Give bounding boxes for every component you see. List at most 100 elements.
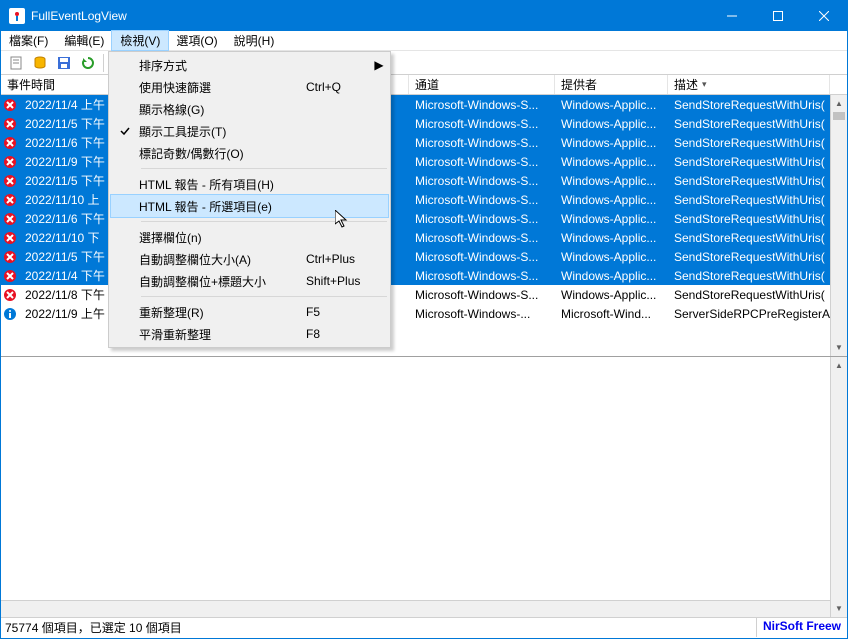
menu-item-label: 排序方式 xyxy=(139,57,306,74)
menu-item-shortcut: Shift+Plus xyxy=(306,274,370,288)
cell-time: 2022/11/5 下午 xyxy=(19,248,113,265)
menu-item[interactable]: 顯示格線(G) xyxy=(111,98,388,120)
col-desc[interactable]: 描述▾ xyxy=(668,75,830,94)
col-channel[interactable]: 通道 xyxy=(409,75,555,94)
status-text: 75774 個項目，已選定 10 個項目 xyxy=(1,618,756,637)
app-icon xyxy=(9,8,25,24)
scroll-down-icon[interactable]: ▼ xyxy=(831,339,847,356)
cell-desc: ServerSideRPCPreRegisterA xyxy=(668,307,830,321)
menu-item[interactable]: 顯示工具提示(T) xyxy=(111,120,388,142)
scroll-down-icon[interactable]: ▼ xyxy=(831,600,847,617)
scroll-up-icon[interactable]: ▲ xyxy=(831,357,847,374)
menu-item-label: 自動調整欄位大小(A) xyxy=(139,251,306,268)
close-button[interactable] xyxy=(801,1,847,31)
menu-item-label: 重新整理(R) xyxy=(139,304,306,321)
menu-item-shortcut: F5 xyxy=(306,305,370,319)
scroll-thumb[interactable] xyxy=(833,112,845,120)
error-icon xyxy=(1,193,19,207)
error-icon xyxy=(1,174,19,188)
info-icon xyxy=(1,307,19,321)
titlebar[interactable]: FullEventLogView xyxy=(1,1,847,31)
check-icon xyxy=(111,125,139,137)
cell-provider: Windows-Applic... xyxy=(555,117,668,131)
error-icon xyxy=(1,269,19,283)
menu-item-shortcut: F8 xyxy=(306,327,370,341)
cell-channel: Microsoft-Windows-S... xyxy=(409,269,555,283)
cell-provider: Windows-Applic... xyxy=(555,250,668,264)
cell-desc: SendStoreRequestWithUris( xyxy=(668,193,830,207)
cell-desc: SendStoreRequestWithUris( xyxy=(668,212,830,226)
cell-time: 2022/11/5 下午 xyxy=(19,115,113,132)
minimize-button[interactable] xyxy=(709,1,755,31)
menu-item[interactable]: 排序方式▶ xyxy=(111,54,388,76)
cell-channel: Microsoft-Windows-S... xyxy=(409,212,555,226)
error-icon xyxy=(1,98,19,112)
cell-desc: SendStoreRequestWithUris( xyxy=(668,155,830,169)
detail-horizontal-scrollbar[interactable] xyxy=(1,600,830,617)
cell-provider: Windows-Applic... xyxy=(555,136,668,150)
cell-provider: Microsoft-Wind... xyxy=(555,307,668,321)
menu-item[interactable]: 平滑重新整理F8 xyxy=(111,323,388,345)
cell-time: 2022/11/5 下午 xyxy=(19,172,113,189)
cell-provider: Windows-Applic... xyxy=(555,212,668,226)
scroll-up-icon[interactable]: ▲ xyxy=(831,95,847,112)
menu-item-label: 使用快速篩選 xyxy=(139,79,306,96)
cell-time: 2022/11/10 上 xyxy=(19,191,113,208)
cell-provider: Windows-Applic... xyxy=(555,231,668,245)
cell-desc: SendStoreRequestWithUris( xyxy=(668,117,830,131)
menu-item-label: 選擇欄位(n) xyxy=(139,229,306,246)
view-menu-dropdown[interactable]: 排序方式▶使用快速篩選Ctrl+Q顯示格線(G)顯示工具提示(T)標記奇數/偶數… xyxy=(108,51,391,348)
detail-vertical-scrollbar[interactable]: ▲ ▼ xyxy=(830,357,847,617)
vertical-scrollbar[interactable]: ▲ ▼ xyxy=(830,95,847,356)
menu-item-label: HTML 報告 - 所選項目(e) xyxy=(139,198,306,215)
menu-item[interactable]: HTML 報告 - 所有項目(H) xyxy=(111,173,388,195)
cell-desc: SendStoreRequestWithUris( xyxy=(668,98,830,112)
cell-time: 2022/11/4 下午 xyxy=(19,267,113,284)
toolbar-refresh-icon[interactable] xyxy=(77,53,99,73)
menu-item[interactable]: 選擇欄位(n) xyxy=(111,226,388,248)
menu-item[interactable]: 重新整理(R)F5 xyxy=(111,301,388,323)
menu-item[interactable]: HTML 報告 - 所選項目(e) xyxy=(111,195,388,217)
status-brand[interactable]: NirSoft Freew xyxy=(756,618,847,637)
error-icon xyxy=(1,250,19,264)
menu-options[interactable]: 選項(O) xyxy=(168,31,225,50)
cell-channel: Microsoft-Windows-S... xyxy=(409,250,555,264)
cell-channel: Microsoft-Windows-... xyxy=(409,307,555,321)
cell-provider: Windows-Applic... xyxy=(555,98,668,112)
cell-time: 2022/11/6 下午 xyxy=(19,134,113,151)
cell-provider: Windows-Applic... xyxy=(555,193,668,207)
menu-item-label: 標記奇數/偶數行(O) xyxy=(139,145,306,162)
menu-item[interactable]: 自動調整欄位大小(A)Ctrl+Plus xyxy=(111,248,388,270)
menu-separator xyxy=(141,296,387,297)
menu-item-shortcut: Ctrl+Plus xyxy=(306,252,370,266)
cell-time: 2022/11/9 下午 xyxy=(19,153,113,170)
toolbar-save-icon[interactable] xyxy=(53,53,75,73)
maximize-button[interactable] xyxy=(755,1,801,31)
menu-item-label: 自動調整欄位+標題大小 xyxy=(139,273,306,290)
menu-item-label: 顯示格線(G) xyxy=(139,101,306,118)
cell-time: 2022/11/8 下午 xyxy=(19,286,113,303)
menu-item[interactable]: 自動調整欄位+標題大小Shift+Plus xyxy=(111,270,388,292)
cell-desc: SendStoreRequestWithUris( xyxy=(668,288,830,302)
col-provider[interactable]: 提供者 xyxy=(555,75,668,94)
toolbar-db-icon[interactable] xyxy=(29,53,51,73)
error-icon xyxy=(1,117,19,131)
toolbar-doc-icon[interactable] xyxy=(5,53,27,73)
menu-item-shortcut: Ctrl+Q xyxy=(306,80,370,94)
cell-provider: Windows-Applic... xyxy=(555,155,668,169)
cell-time: 2022/11/10 下 xyxy=(19,229,113,246)
cell-desc: SendStoreRequestWithUris( xyxy=(668,136,830,150)
menu-item[interactable]: 使用快速篩選Ctrl+Q xyxy=(111,76,388,98)
menu-view[interactable]: 檢視(V) xyxy=(112,31,168,50)
cell-channel: Microsoft-Windows-S... xyxy=(409,231,555,245)
cell-channel: Microsoft-Windows-S... xyxy=(409,193,555,207)
cell-channel: Microsoft-Windows-S... xyxy=(409,136,555,150)
menu-help[interactable]: 說明(H) xyxy=(226,31,283,50)
col-time[interactable]: 事件時間 xyxy=(1,75,113,94)
menu-edit[interactable]: 編輯(E) xyxy=(56,31,112,50)
menu-item[interactable]: 標記奇數/偶數行(O) xyxy=(111,142,388,164)
menu-file[interactable]: 檔案(F) xyxy=(1,31,56,50)
cell-channel: Microsoft-Windows-S... xyxy=(409,288,555,302)
cell-channel: Microsoft-Windows-S... xyxy=(409,174,555,188)
error-icon xyxy=(1,288,19,302)
